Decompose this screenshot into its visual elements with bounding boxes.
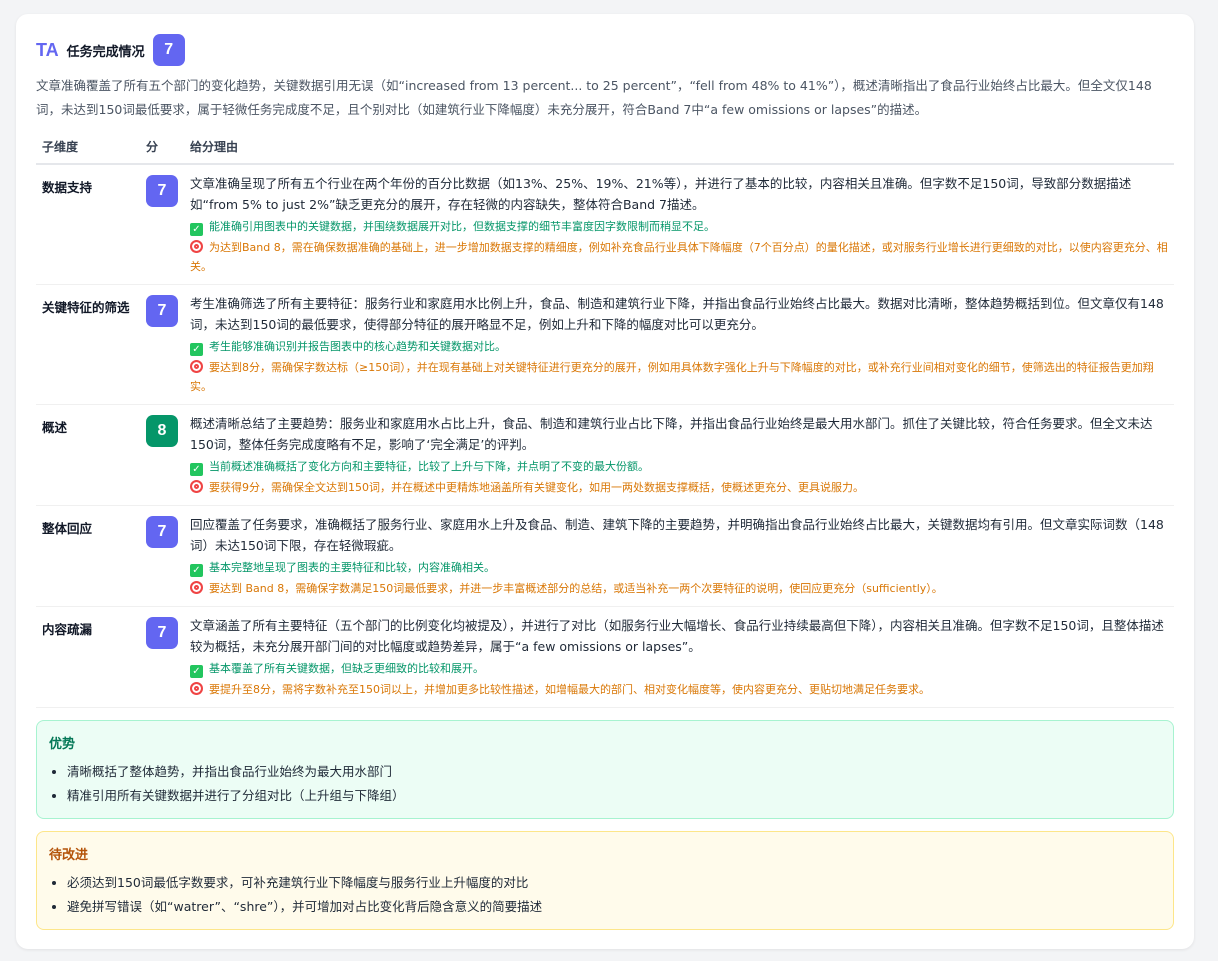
dimension-name: 数据支持 xyxy=(36,164,140,285)
strength-note: ✓ 能准确引用图表中的关键数据，并围绕数据展开对比，但数据支撑的细节丰富度因字数限… xyxy=(190,217,1168,236)
improvements-title: 待改进 xyxy=(49,848,89,863)
score-reason: 文章涵盖了所有主要特征（五个部门的比例变化均被提及），并进行了对比（如服务行业大… xyxy=(190,618,1164,654)
score-reason: 回应覆盖了任务要求，准确概括了服务行业、家庭用水上升及食品、制造、建筑下降的主要… xyxy=(190,517,1164,553)
list-item: 避免拼写错误（如“watrer”、“shre”），并可增加对占比变化背后隐含意义… xyxy=(67,895,1161,919)
strength-note: ✓ 考生能够准确识别并报告图表中的核心趋势和关键数据对比。 xyxy=(190,337,1168,356)
list-item: 必须达到150词最低字数要求，可补充建筑行业下降幅度与服务行业上升幅度的对比 xyxy=(67,871,1161,895)
target-icon xyxy=(190,682,203,695)
list-item: 清晰概括了整体趋势，并指出食品行业始终为最大用水部门 xyxy=(67,760,1161,784)
table-row: 关键特征的筛选 7 考生准确筛选了所有主要特征：服务行业和家庭用水比例上升，食品… xyxy=(36,284,1174,405)
score-reason: 文章准确呈现了所有五个行业在两个年份的百分比数据（如13%、25%、19%、21… xyxy=(190,176,1132,212)
strengths-title: 优势 xyxy=(49,737,76,752)
score-reason: 概述清晰总结了主要趋势：服务业和家庭用水占比上升，食品、制造和建筑行业占比下降，… xyxy=(190,416,1153,452)
overall-summary: 文章准确覆盖了所有五个部门的变化趋势，关键数据引用无误（如“increased … xyxy=(36,78,1152,117)
target-icon xyxy=(190,360,203,373)
check-icon: ✓ xyxy=(190,564,203,577)
target-icon xyxy=(190,240,203,253)
check-icon: ✓ xyxy=(190,665,203,678)
col-header-dimension: 子维度 xyxy=(36,128,140,165)
target-icon xyxy=(190,480,203,493)
score-badge: 7 xyxy=(146,617,178,649)
dimension-name: 整体回应 xyxy=(36,505,140,607)
improvement-tip: 要获得9分，需确保全文达到150词，并在概述中更精炼地涵盖所有关键变化，如用一两… xyxy=(190,478,1168,497)
improvement-tip: 要达到8分，需确保字数达标（≥150词），并在现有基础上对关键特征进行更充分的展… xyxy=(190,360,1154,393)
table-row: 数据支持 7 文章准确呈现了所有五个行业在两个年份的百分比数据（如13%、25%… xyxy=(36,164,1174,285)
dimension-name: 概述 xyxy=(36,404,140,506)
score-badge: 7 xyxy=(146,516,178,548)
table-row: 概述 8 概述清晰总结了主要趋势：服务业和家庭用水占比上升，食品、制造和建筑行业… xyxy=(36,404,1174,506)
strength-note: ✓ 基本覆盖了所有关键数据，但缺乏更细致的比较和展开。 xyxy=(190,659,1168,678)
score-badge: 7 xyxy=(146,175,178,207)
check-icon: ✓ xyxy=(190,463,203,476)
ta-logo-icon: TA xyxy=(36,39,59,60)
card-title: 任务完成情况 xyxy=(66,44,145,60)
improvements-panel: 待改进 必须达到150词最低字数要求，可补充建筑行业下降幅度与服务行业上升幅度的… xyxy=(36,831,1174,930)
table-header-row: 子维度 分 给分理由 xyxy=(36,128,1174,165)
improvement-tip: 为达到Band 8，需在确保数据准确的基础上，进一步增加数据支撑的精细度，例如补… xyxy=(190,240,1168,273)
strength-note: ✓ 当前概述准确概括了变化方向和主要特征，比较了上升与下降，并点明了不变的最大份额… xyxy=(190,457,1168,476)
dimension-name: 关键特征的筛选 xyxy=(36,284,140,405)
task-achievement-card: TA 任务完成情况 7 文章准确覆盖了所有五个部门的变化趋势，关键数据引用无误（… xyxy=(16,14,1194,949)
strengths-panel: 优势 清晰概括了整体趋势，并指出食品行业始终为最大用水部门 精准引用所有关键数据… xyxy=(36,720,1174,819)
target-icon xyxy=(190,581,203,594)
check-icon: ✓ xyxy=(190,223,203,236)
col-header-reason: 给分理由 xyxy=(184,128,1174,165)
score-badge: 7 xyxy=(146,295,178,327)
table-row: 整体回应 7 回应覆盖了任务要求，准确概括了服务行业、家庭用水上升及食品、制造、… xyxy=(36,505,1174,607)
table-row: 内容疏漏 7 文章涵盖了所有主要特征（五个部门的比例变化均被提及），并进行了对比… xyxy=(36,606,1174,708)
score-reason: 考生准确筛选了所有主要特征：服务行业和家庭用水比例上升，食品、制造和建筑行业下降… xyxy=(190,296,1164,332)
criteria-table: 子维度 分 给分理由 数据支持 7 文章准确呈现了所有五个行业在两个年份的百分比… xyxy=(36,128,1174,708)
col-header-score: 分 xyxy=(140,128,184,165)
improvement-tip: 要达到 Band 8，需确保字数满足150词最低要求，并进一步丰富概述部分的总结… xyxy=(190,579,1168,598)
list-item: 精准引用所有关键数据并进行了分组对比（上升组与下降组） xyxy=(67,784,1161,808)
check-icon: ✓ xyxy=(190,343,203,356)
dimension-name: 内容疏漏 xyxy=(36,606,140,708)
improvement-tip: 要提升至8分，需将字数补充至150词以上，并增加更多比较性描述，如增幅最大的部门… xyxy=(190,680,1168,699)
card-header: TA 任务完成情况 7 xyxy=(36,34,1174,66)
overall-score-badge: 7 xyxy=(152,34,185,66)
score-badge: 8 xyxy=(146,415,178,447)
strength-note: ✓ 基本完整地呈现了图表的主要特征和比较，内容准确相关。 xyxy=(190,558,1168,577)
